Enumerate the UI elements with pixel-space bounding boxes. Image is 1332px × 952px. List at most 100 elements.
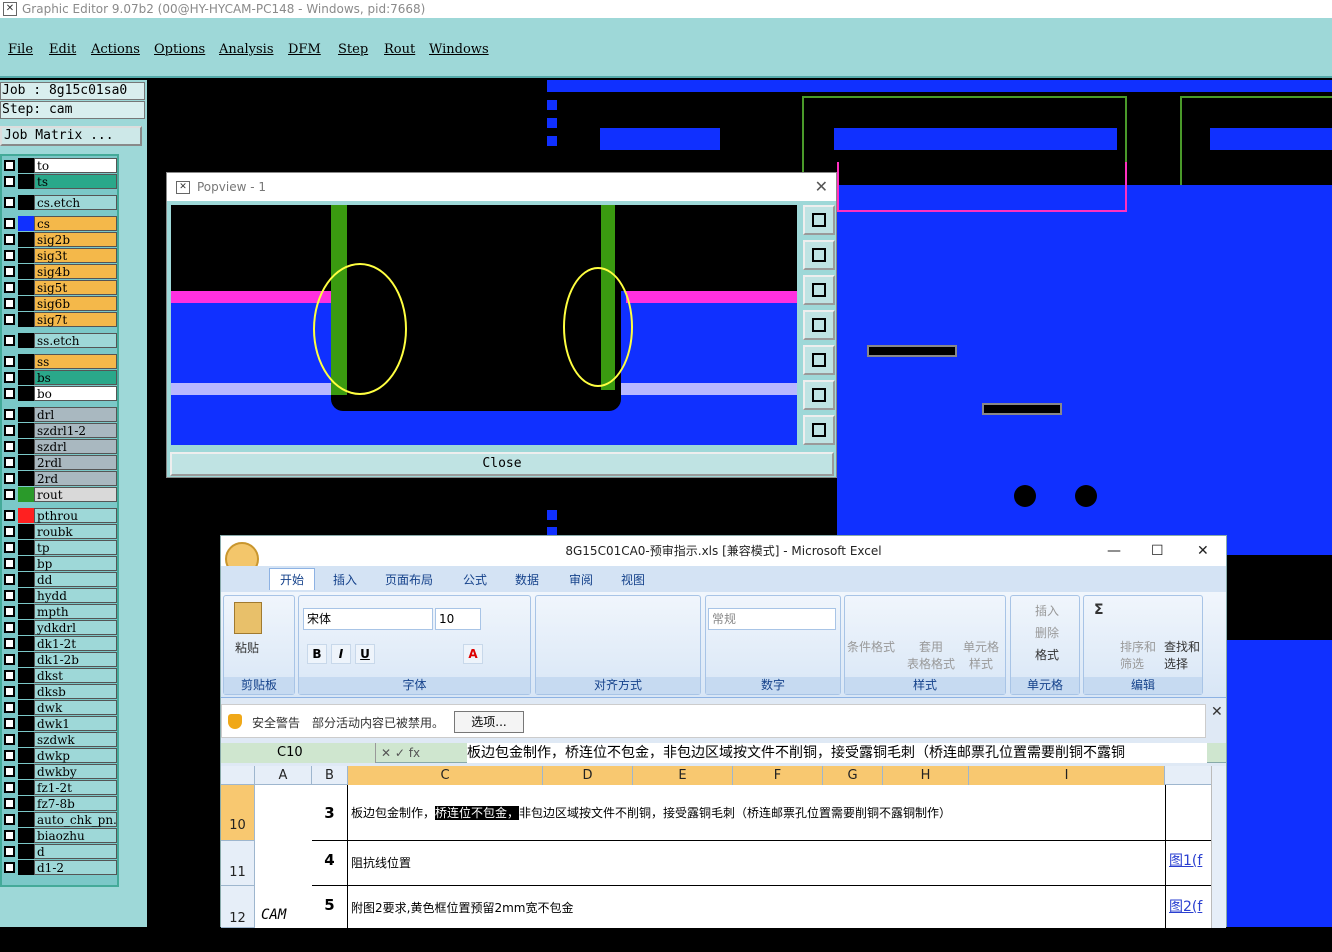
layer-row[interactable]: tp [2,540,119,555]
layer-checkbox[interactable] [4,197,15,208]
layer-checkbox[interactable] [4,425,15,436]
layer-color-swatch[interactable] [18,748,34,763]
layer-row[interactable]: sig5t [2,280,119,295]
layer-name[interactable]: ydkdrl [34,620,117,635]
layer-row[interactable]: sig4b [2,264,119,279]
layer-row[interactable]: dd [2,572,119,587]
layer-color-swatch[interactable] [18,248,34,263]
layer-row[interactable]: ss.etch [2,333,119,348]
menu-rout[interactable]: Rout [384,42,415,57]
column-header[interactable]: D [543,766,633,785]
layer-row[interactable]: ss [2,354,119,369]
layer-color-swatch[interactable] [18,828,34,843]
number-format-select[interactable]: 常规 [708,608,836,630]
table-cell[interactable]: 附图2要求,黄色框位置预留2mm宽不包金 [348,900,1165,916]
tab-data[interactable]: 数据 [515,571,539,588]
layer-color-swatch[interactable] [18,280,34,295]
row-header[interactable]: 12 [221,886,255,928]
layer-row[interactable]: sig3t [2,248,119,263]
column-header[interactable]: F [733,766,823,785]
layer-name[interactable]: bp [34,556,117,571]
layer-row[interactable]: 2rdl [2,455,119,470]
layer-color-swatch[interactable] [18,860,34,875]
table-format-button[interactable]: 套用 表格格式 [901,638,961,672]
menu-options[interactable]: Options [154,42,205,57]
zoom-home-button[interactable] [803,205,835,235]
layer-row[interactable]: ydkdrl [2,620,119,635]
layer-row[interactable]: dwk [2,700,119,715]
layer-checkbox[interactable] [4,218,15,229]
vertical-scrollbar[interactable] [1211,766,1226,928]
table-cell[interactable]: 阻抗线位置 [348,855,1165,871]
menu-dfm[interactable]: DFM [288,42,321,57]
layer-name[interactable]: dk1-2t [34,636,117,651]
layer-name[interactable]: d1-2 [34,860,117,875]
bold-button[interactable]: B [307,644,327,664]
tab-insert[interactable]: 插入 [333,571,357,588]
underline-button[interactable]: U [355,644,375,664]
options-button[interactable]: 选项... [454,711,524,733]
find-select-button[interactable]: 查找和 选择 [1164,638,1200,672]
close-button[interactable]: Close [170,452,834,476]
layer-color-swatch[interactable] [18,487,34,502]
layer-checkbox[interactable] [4,558,15,569]
layer-row[interactable]: d [2,844,119,859]
layer-name[interactable]: ss.etch [34,333,117,348]
layer-color-swatch[interactable] [18,423,34,438]
layer-checkbox[interactable] [4,766,15,777]
menu-windows[interactable]: Windows [429,42,489,57]
layer-row[interactable]: rout [2,487,119,502]
layer-row[interactable]: fz1-2t [2,780,119,795]
layer-row[interactable]: to [2,158,119,173]
layer-color-swatch[interactable] [18,668,34,683]
layer-color-swatch[interactable] [18,407,34,422]
layer-name[interactable]: hydd [34,588,117,603]
table-cell[interactable]: 板边包金制作，桥连位不包金，非包边区域按文件不削铜，接受露铜毛刺（桥连邮票孔位置… [348,805,1165,821]
layer-checkbox[interactable] [4,686,15,697]
layer-row[interactable]: dkst [2,668,119,683]
zoom-out-button[interactable] [803,415,835,445]
layer-color-swatch[interactable] [18,455,34,470]
table-cell[interactable]: 3 [312,785,348,841]
layer-checkbox[interactable] [4,250,15,261]
layer-color-swatch[interactable] [18,556,34,571]
job-matrix-button[interactable]: Job Matrix ... [0,126,142,146]
insert-cells-button[interactable]: 插入 [1035,602,1059,619]
name-box[interactable]: C10 [221,743,376,763]
layer-row[interactable]: fz7-8b [2,796,119,811]
layer-name[interactable]: to [34,158,117,173]
layer-name[interactable]: dkst [34,668,117,683]
tab-page-layout[interactable]: 页面布局 [385,571,433,588]
layer-name[interactable]: dd [34,572,117,587]
menu-edit[interactable]: Edit [49,42,76,57]
layer-name[interactable]: fz7-8b [34,796,117,811]
menu-actions[interactable]: Actions [91,42,140,57]
layer-name[interactable]: fz1-2t [34,780,117,795]
maximize-icon[interactable]: ☐ [1151,536,1164,566]
layer-color-swatch[interactable] [18,572,34,587]
layer-row[interactable]: szdwk [2,732,119,747]
font-name-select[interactable]: 宋体 [303,608,433,630]
layer-name[interactable]: dk1-2b [34,652,117,667]
pan-left-button[interactable] [803,310,835,340]
table-cell[interactable]: 4 [312,841,348,886]
function-icon[interactable]: ✕ ✓ fx [381,743,420,763]
layer-checkbox[interactable] [4,590,15,601]
layer-checkbox[interactable] [4,409,15,420]
column-header[interactable]: A [255,766,312,785]
paste-button[interactable]: 粘贴 [235,639,259,656]
layer-row[interactable]: 2rd [2,471,119,486]
layer-row[interactable]: sig6b [2,296,119,311]
layer-checkbox[interactable] [4,702,15,713]
column-header[interactable]: E [633,766,733,785]
layer-checkbox[interactable] [4,574,15,585]
close-icon[interactable]: ✕ [1197,536,1209,566]
layer-color-swatch[interactable] [18,812,34,827]
layer-row[interactable]: bs [2,370,119,385]
autosum-icon[interactable]: Σ [1094,602,1104,618]
layer-row[interactable]: dksb [2,684,119,699]
layer-name[interactable]: ss [34,354,117,369]
tab-review[interactable]: 审阅 [569,571,593,588]
layer-row[interactable]: szdrl1-2 [2,423,119,438]
layer-row[interactable]: dk1-2t [2,636,119,651]
